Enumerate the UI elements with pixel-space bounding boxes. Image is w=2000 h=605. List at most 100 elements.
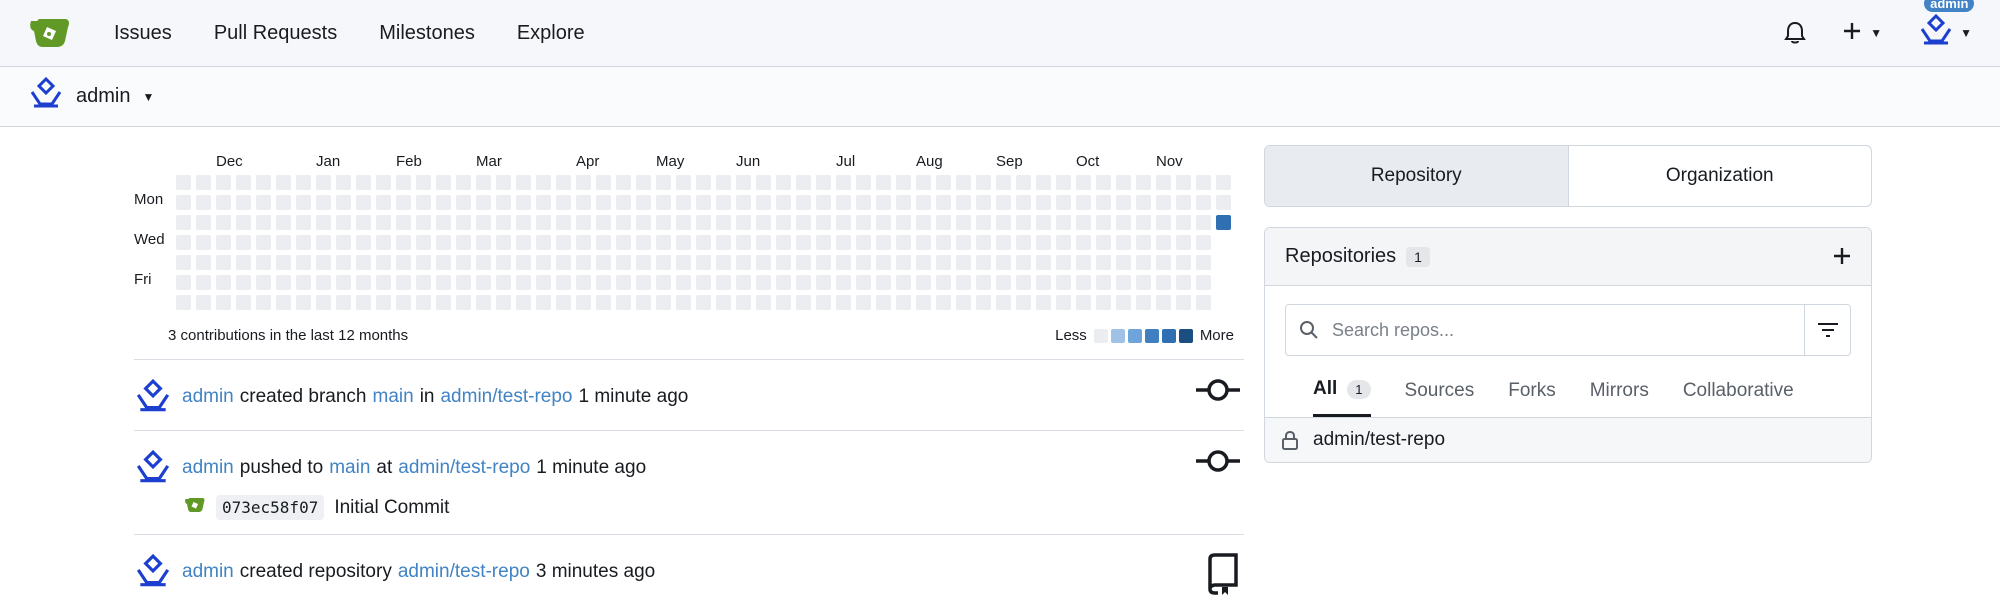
heatmap-cell[interactable] bbox=[516, 255, 531, 270]
heatmap-cell[interactable] bbox=[1196, 235, 1211, 250]
heatmap-cell[interactable] bbox=[1196, 255, 1211, 270]
heatmap-cell[interactable] bbox=[636, 175, 651, 190]
heatmap-cell[interactable] bbox=[556, 275, 571, 290]
heatmap-cell[interactable] bbox=[296, 235, 311, 250]
heatmap-cell[interactable] bbox=[336, 275, 351, 290]
heatmap-cell[interactable] bbox=[956, 175, 971, 190]
heatmap-cell[interactable] bbox=[316, 195, 331, 210]
heatmap-cell[interactable] bbox=[276, 275, 291, 290]
heatmap-cell[interactable] bbox=[356, 215, 371, 230]
heatmap-cell[interactable] bbox=[296, 255, 311, 270]
heatmap-cell[interactable] bbox=[456, 235, 471, 250]
heatmap-cell[interactable] bbox=[656, 255, 671, 270]
heatmap-cell[interactable] bbox=[1076, 175, 1091, 190]
heatmap-cell[interactable] bbox=[296, 195, 311, 210]
heatmap-cell[interactable] bbox=[976, 215, 991, 230]
heatmap-cell[interactable] bbox=[736, 255, 751, 270]
heatmap-cell[interactable] bbox=[596, 195, 611, 210]
heatmap-cell[interactable] bbox=[876, 235, 891, 250]
heatmap-cell[interactable] bbox=[1016, 255, 1031, 270]
heatmap-cell[interactable] bbox=[1056, 295, 1071, 310]
bell-icon[interactable] bbox=[1784, 21, 1807, 45]
heatmap-cell[interactable] bbox=[836, 215, 851, 230]
heatmap-cell[interactable] bbox=[756, 255, 771, 270]
filter-tab-forks[interactable]: Forks bbox=[1508, 364, 1556, 417]
heatmap-cell[interactable] bbox=[656, 295, 671, 310]
heatmap-cell[interactable] bbox=[476, 255, 491, 270]
heatmap-cell[interactable] bbox=[336, 175, 351, 190]
heatmap-cell[interactable] bbox=[1036, 275, 1051, 290]
heatmap-cell[interactable] bbox=[836, 175, 851, 190]
heatmap-cell[interactable] bbox=[956, 255, 971, 270]
heatmap-cell[interactable] bbox=[996, 275, 1011, 290]
heatmap-cell[interactable] bbox=[356, 175, 371, 190]
heatmap-cell[interactable] bbox=[536, 275, 551, 290]
heatmap-cell[interactable] bbox=[256, 235, 271, 250]
heatmap-cell[interactable] bbox=[616, 235, 631, 250]
heatmap-cell[interactable] bbox=[236, 235, 251, 250]
heatmap-cell[interactable] bbox=[1036, 215, 1051, 230]
heatmap-cell[interactable] bbox=[756, 275, 771, 290]
heatmap-cell[interactable] bbox=[476, 275, 491, 290]
heatmap-cell[interactable] bbox=[1176, 275, 1191, 290]
heatmap-cell[interactable] bbox=[756, 295, 771, 310]
heatmap-cell[interactable] bbox=[1136, 235, 1151, 250]
heatmap-cell[interactable] bbox=[376, 275, 391, 290]
heatmap-cell[interactable] bbox=[436, 255, 451, 270]
heatmap-cell[interactable] bbox=[596, 275, 611, 290]
heatmap-cell[interactable] bbox=[476, 175, 491, 190]
heatmap-cell[interactable] bbox=[356, 295, 371, 310]
heatmap-cell[interactable] bbox=[916, 295, 931, 310]
heatmap-cell[interactable] bbox=[416, 275, 431, 290]
heatmap-cell[interactable] bbox=[1036, 235, 1051, 250]
heatmap-cell[interactable] bbox=[776, 235, 791, 250]
feed-repo-link[interactable]: admin/test-repo bbox=[398, 561, 530, 582]
heatmap-cell[interactable] bbox=[256, 275, 271, 290]
heatmap-cell[interactable] bbox=[1116, 295, 1131, 310]
heatmap-cell[interactable] bbox=[976, 195, 991, 210]
heatmap-cell[interactable] bbox=[416, 195, 431, 210]
heatmap-cell[interactable] bbox=[716, 275, 731, 290]
heatmap-cell[interactable] bbox=[556, 235, 571, 250]
heatmap-cell[interactable] bbox=[836, 295, 851, 310]
heatmap-cell[interactable] bbox=[696, 215, 711, 230]
heatmap-cell[interactable] bbox=[476, 215, 491, 230]
heatmap-cell[interactable] bbox=[196, 295, 211, 310]
heatmap-cell[interactable] bbox=[256, 195, 271, 210]
heatmap-cell[interactable] bbox=[616, 255, 631, 270]
add-repo-button[interactable] bbox=[1833, 241, 1851, 272]
heatmap-cell[interactable] bbox=[496, 175, 511, 190]
heatmap-cell[interactable] bbox=[1176, 235, 1191, 250]
heatmap-cell[interactable] bbox=[656, 235, 671, 250]
heatmap-cell[interactable] bbox=[616, 275, 631, 290]
heatmap-cell[interactable] bbox=[1116, 175, 1131, 190]
heatmap-cell[interactable] bbox=[316, 215, 331, 230]
heatmap-cell[interactable] bbox=[1196, 275, 1211, 290]
heatmap-cell[interactable] bbox=[776, 255, 791, 270]
heatmap-cell[interactable] bbox=[896, 295, 911, 310]
heatmap-cell[interactable] bbox=[1176, 255, 1191, 270]
heatmap-cell[interactable] bbox=[576, 255, 591, 270]
heatmap-cell[interactable] bbox=[1116, 255, 1131, 270]
heatmap-cell[interactable] bbox=[456, 255, 471, 270]
heatmap-cell[interactable] bbox=[536, 175, 551, 190]
heatmap-cell[interactable] bbox=[356, 195, 371, 210]
heatmap-cell[interactable] bbox=[276, 235, 291, 250]
filter-tab-mirrors[interactable]: Mirrors bbox=[1590, 364, 1649, 417]
heatmap-cell[interactable] bbox=[1036, 195, 1051, 210]
heatmap-cell[interactable] bbox=[1076, 235, 1091, 250]
heatmap-cell[interactable] bbox=[316, 175, 331, 190]
repo-list-item[interactable]: admin/test-repo bbox=[1265, 418, 1871, 462]
heatmap-cell[interactable] bbox=[436, 235, 451, 250]
heatmap-cell[interactable] bbox=[256, 175, 271, 190]
heatmap-cell[interactable] bbox=[796, 175, 811, 190]
heatmap-cell[interactable] bbox=[316, 295, 331, 310]
heatmap-cell[interactable] bbox=[696, 235, 711, 250]
heatmap-cell[interactable] bbox=[1216, 175, 1231, 190]
heatmap-cell[interactable] bbox=[816, 295, 831, 310]
feed-user-link[interactable]: admin bbox=[182, 457, 234, 478]
heatmap-cell[interactable] bbox=[816, 215, 831, 230]
heatmap-cell[interactable] bbox=[276, 255, 291, 270]
heatmap-cell[interactable] bbox=[556, 295, 571, 310]
heatmap-cell[interactable] bbox=[676, 175, 691, 190]
